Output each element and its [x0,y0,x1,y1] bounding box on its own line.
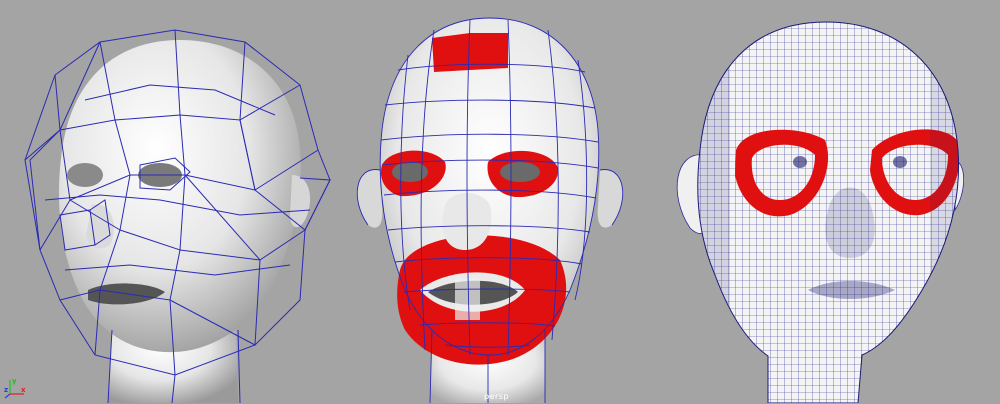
x-axis-label: x [21,386,26,394]
axis-gizmo: x y z [4,376,28,400]
y-axis-label: y [12,377,17,385]
z-axis-line [4,393,11,399]
viewport-scene[interactable] [0,0,1000,403]
camera-name-label: persp [484,392,510,401]
high-res-head-with-eye-rings[interactable] [676,15,970,403]
z-axis-label: z [4,386,8,394]
low-poly-head-cage[interactable] [24,29,331,403]
medium-head-with-selected-faces[interactable] [356,17,624,403]
perspective-viewport[interactable]: x y z persp [0,0,1000,403]
